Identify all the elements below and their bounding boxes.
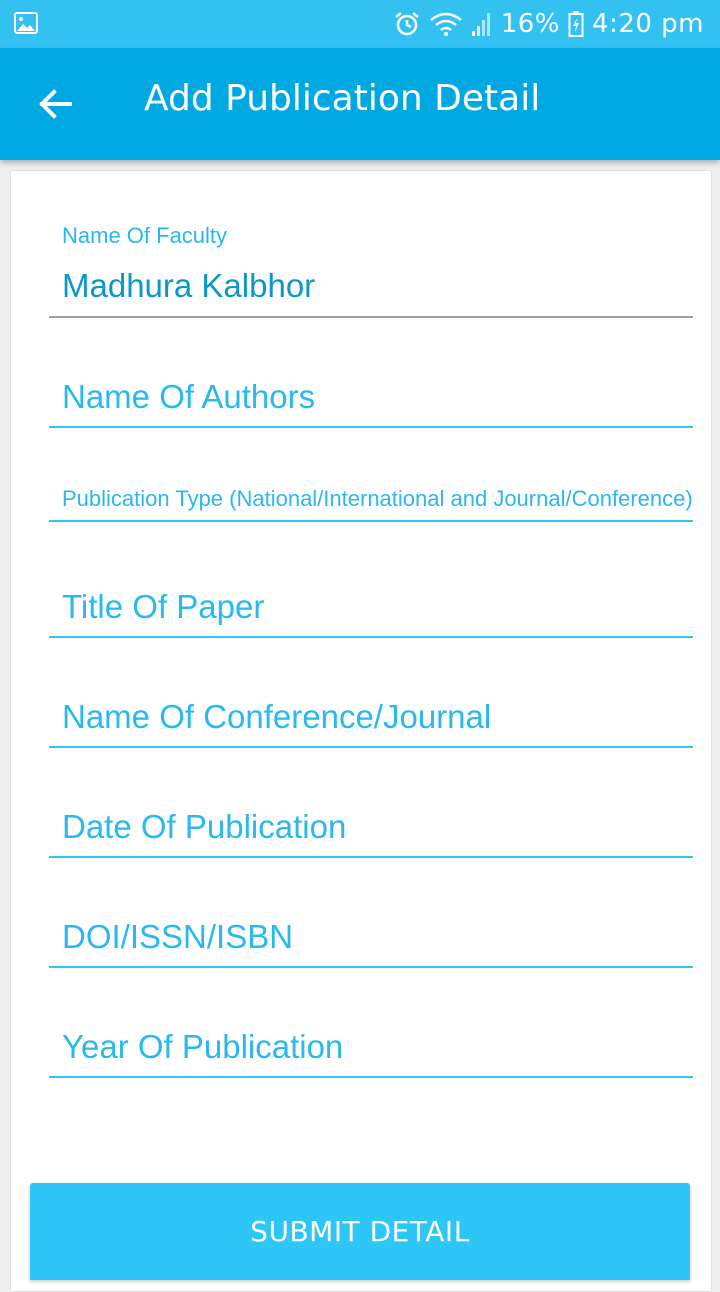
clock: 4:20 pm [592,9,704,39]
alarm-icon [394,12,419,36]
submit-detail-button[interactable]: SUBMIT DETAIL [30,1183,690,1280]
status-indicators: 16% 4:20 pm [393,6,704,42]
signal-icon [471,13,490,36]
publication-type-placeholder: Publication Type (National/International… [62,486,693,511]
year-of-publication-field[interactable]: Year Of Publication [49,1001,693,1078]
battery-percent: 16% [500,9,561,39]
conference-journal-placeholder: Name Of Conference/Journal [62,698,492,735]
page-title: Add Publication Detail [144,78,541,119]
authors-placeholder: Name Of Authors [62,378,316,415]
form-card: Name Of Faculty Madhura Kalbhor Name Of … [10,170,712,1292]
date-of-publication-field[interactable]: Date Of Publication [49,781,693,858]
doi-issn-isbn-placeholder: DOI/ISSN/ISBN [62,918,294,955]
faculty-value: Madhura Kalbhor [62,267,316,304]
year-of-publication-placeholder: Year Of Publication [62,1028,344,1065]
title-of-paper-placeholder: Title Of Paper [62,588,265,625]
faculty-label: Name Of Faculty [62,223,228,248]
wifi-icon [429,12,462,36]
title-of-paper-field[interactable]: Title Of Paper [49,561,693,638]
app-bar: Add Publication Detail [0,48,720,160]
battery-icon [568,11,584,37]
status-bar: 16% 4:20 pm [0,0,720,48]
authors-field[interactable]: Name Of Authors [49,351,693,428]
faculty-field[interactable]: Name Of Faculty Madhura Kalbhor [49,211,693,318]
date-of-publication-placeholder: Date Of Publication [62,808,347,845]
gallery-icon [14,12,38,34]
publication-type-field[interactable]: Publication Type (National/International… [49,461,693,522]
arrow-left-icon[interactable] [36,84,76,124]
conference-journal-field[interactable]: Name Of Conference/Journal [49,671,693,748]
doi-issn-isbn-field[interactable]: DOI/ISSN/ISBN [49,891,693,968]
